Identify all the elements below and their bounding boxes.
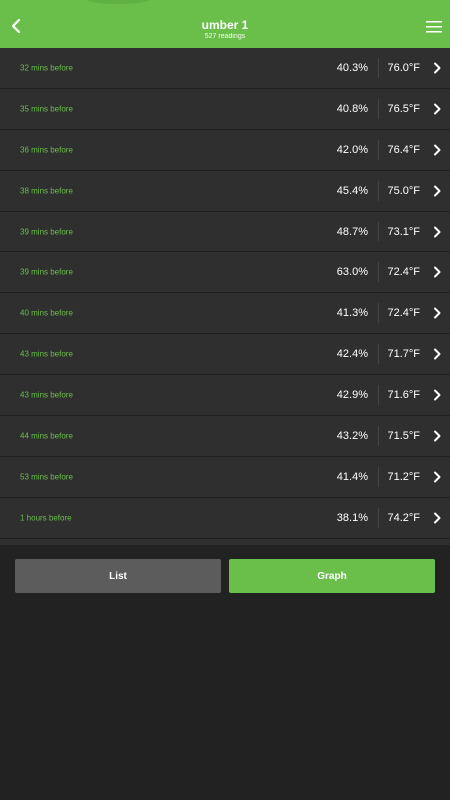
- reading-row[interactable]: 39 mins before 63.0% 72.4°F: [0, 252, 450, 294]
- reading-humidity: 38.1%: [336, 511, 368, 524]
- reading-temperature: 71.7°F: [387, 348, 420, 361]
- column-divider: [378, 466, 379, 487]
- reading-time: 36 mins before: [20, 145, 73, 155]
- reading-humidity: 40.8%: [336, 102, 368, 115]
- column-divider: [378, 426, 379, 446]
- column-divider: [378, 385, 379, 406]
- column-divider: [378, 507, 379, 528]
- top-app-bar: umber 1 527 readings: [0, 0, 450, 48]
- chevron-right-icon: [434, 144, 441, 156]
- list-tab-button[interactable]: List: [15, 559, 221, 593]
- reading-time: 43 mins before: [20, 390, 73, 400]
- hamburger-menu-icon: [426, 21, 442, 33]
- reading-humidity: 42.9%: [336, 389, 368, 402]
- reading-temperature: 74.2°F: [387, 511, 420, 524]
- reading-humidity: 42.4%: [336, 348, 368, 361]
- chevron-right-icon: [434, 266, 441, 278]
- column-divider: [378, 344, 379, 365]
- reading-row[interactable]: 38 mins before 45.4% 75.0°F: [0, 171, 450, 212]
- chevron-right-icon: [434, 471, 441, 483]
- chevron-right-icon: [434, 185, 441, 197]
- reading-temperature: 76.5°F: [387, 102, 420, 115]
- reading-temperature: 75.0°F: [387, 184, 420, 197]
- column-divider: [378, 221, 379, 242]
- column-divider: [378, 58, 379, 78]
- chevron-right-icon: [434, 430, 441, 442]
- reading-row[interactable]: 53 mins before 41.4% 71.2°F: [0, 457, 450, 498]
- reading-time: 40 mins before: [20, 308, 73, 318]
- reading-time: 53 mins before: [20, 472, 73, 482]
- reading-humidity: 43.2%: [336, 429, 368, 442]
- reading-time: 39 mins before: [20, 267, 73, 277]
- readings-count: 527 readings: [204, 33, 246, 40]
- reading-humidity: 41.4%: [336, 470, 368, 483]
- page-title: umber 1: [201, 18, 249, 32]
- chevron-right-icon: [434, 348, 441, 360]
- reading-row[interactable]: 43 mins before 42.9% 71.6°F: [0, 375, 450, 417]
- reading-temperature: 71.5°F: [387, 429, 420, 442]
- reading-time: 32 mins before: [20, 63, 73, 73]
- chevron-right-icon: [434, 307, 441, 319]
- reading-humidity: 48.7%: [336, 225, 368, 238]
- reading-time: 44 mins before: [20, 431, 73, 441]
- reading-row[interactable]: 1 hours before 38.1% 74.2°F: [0, 498, 450, 539]
- chevron-right-icon: [434, 512, 441, 524]
- back-button[interactable]: [4, 14, 28, 38]
- graph-tab-button[interactable]: Graph: [229, 559, 435, 593]
- header-title-group: umber 1 527 readings: [60, 18, 390, 41]
- chevron-right-icon: [434, 103, 441, 115]
- chevron-right-icon: [434, 389, 441, 401]
- reading-humidity: 63.0%: [336, 266, 368, 279]
- column-divider: [378, 262, 379, 283]
- readings-list[interactable]: 32 mins before 40.3% 76.0°F 35 mins before 4…: [0, 48, 450, 545]
- reading-row[interactable]: 36 mins before 42.0% 76.4°F: [0, 130, 450, 171]
- reading-humidity: 45.4%: [336, 184, 368, 197]
- reading-humidity: 40.3%: [336, 61, 368, 74]
- reading-temperature: 73.1°F: [387, 225, 420, 238]
- reading-temperature: 71.6°F: [387, 389, 420, 402]
- header-decoration: [86, 0, 150, 4]
- reading-time: 1 hours before: [20, 513, 72, 523]
- column-divider: [378, 303, 379, 324]
- reading-row[interactable]: 32 mins before 40.3% 76.0°F: [0, 48, 450, 89]
- reading-time: 38 mins before: [20, 186, 73, 196]
- reading-row[interactable]: 39 mins before 48.7% 73.1°F: [0, 212, 450, 253]
- reading-time: 39 mins before: [20, 227, 73, 236]
- reading-row[interactable]: 35 mins before 40.8% 76.5°F: [0, 89, 450, 130]
- reading-temperature: 76.4°F: [387, 143, 420, 156]
- column-divider: [378, 139, 379, 160]
- reading-temperature: 76.0°F: [387, 61, 420, 74]
- reading-row[interactable]: 40 mins before 41.3% 72.4°F: [0, 293, 450, 335]
- reading-time: 43 mins before: [20, 349, 73, 359]
- reading-humidity: 42.0%: [336, 143, 368, 156]
- column-divider: [378, 180, 379, 201]
- reading-humidity: 41.3%: [336, 307, 368, 320]
- app-screen: umber 1 527 readings 32 mins before 40.3%…: [0, 0, 450, 800]
- menu-button[interactable]: [426, 20, 442, 34]
- column-divider: [378, 98, 379, 119]
- reading-row[interactable]: 44 mins before 43.2% 71.5°F: [0, 416, 450, 457]
- reading-time: 35 mins before: [20, 104, 73, 114]
- chevron-right-icon: [434, 62, 441, 74]
- chevron-left-icon: [11, 19, 21, 33]
- reading-temperature: 71.2°F: [387, 470, 420, 483]
- reading-temperature: 72.4°F: [387, 307, 420, 320]
- view-toggle-bar: List Graph: [0, 545, 450, 800]
- chevron-right-icon: [434, 226, 441, 237]
- reading-row[interactable]: 43 mins before 42.4% 71.7°F: [0, 334, 450, 376]
- reading-temperature: 72.4°F: [387, 266, 420, 279]
